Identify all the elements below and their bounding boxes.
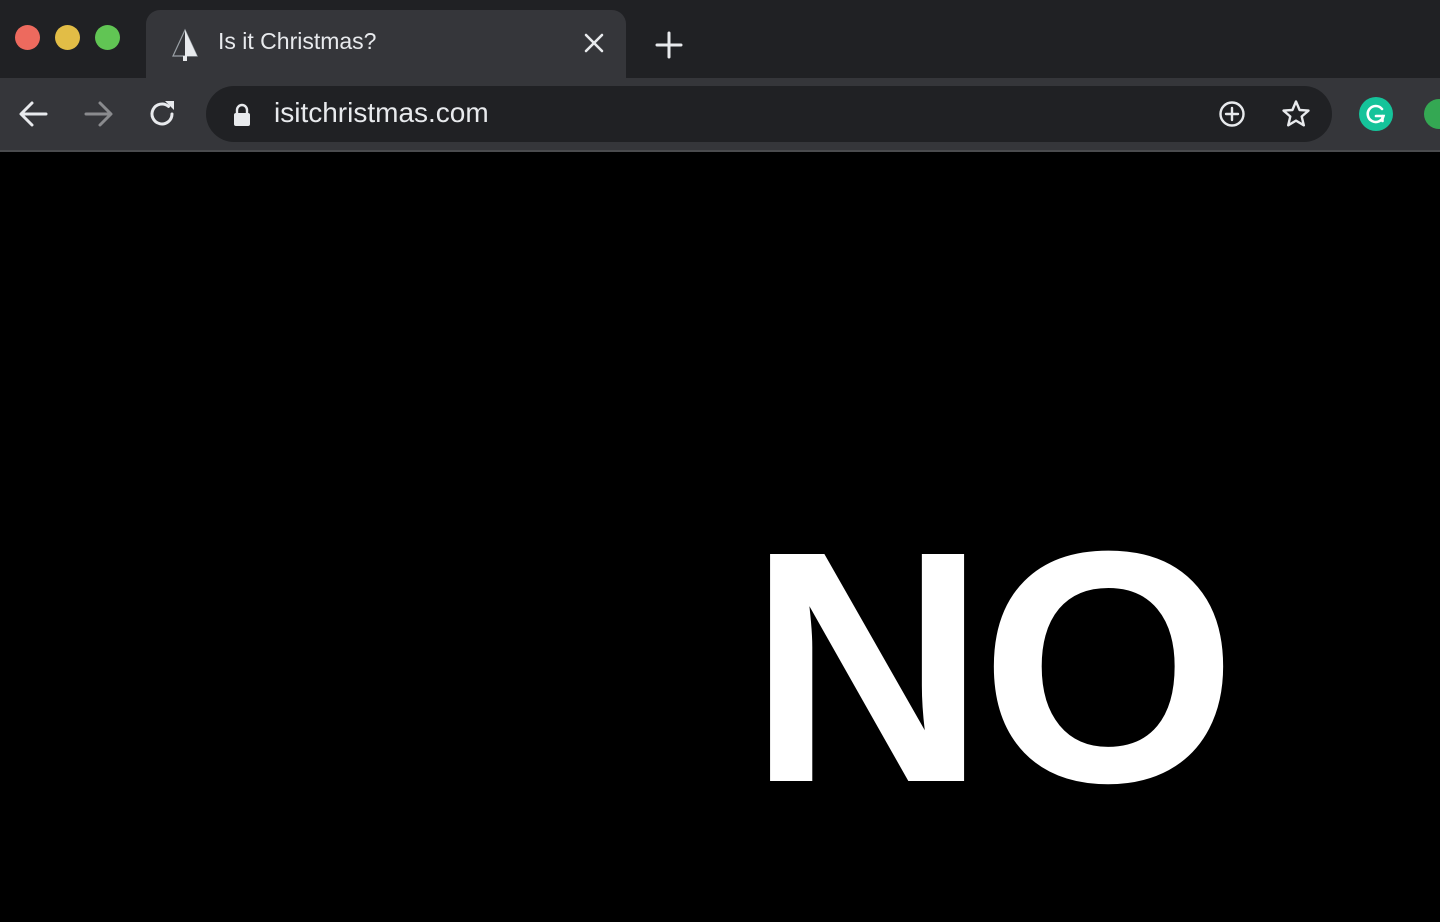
grammarly-icon[interactable] xyxy=(1359,97,1393,131)
active-tab[interactable]: Is it Christmas? xyxy=(146,10,626,78)
tab-close-icon[interactable] xyxy=(582,31,606,55)
back-button[interactable] xyxy=(16,96,52,132)
reload-button[interactable] xyxy=(144,96,180,132)
grammarly-g-icon xyxy=(1366,104,1386,124)
tab-title: Is it Christmas? xyxy=(218,28,377,54)
url-text[interactable]: isitchristmas.com xyxy=(274,97,489,129)
christmas-tree-icon xyxy=(172,28,198,61)
window-close-button[interactable] xyxy=(15,25,40,50)
new-tab-button[interactable] xyxy=(652,28,686,62)
green-extension-icon[interactable] xyxy=(1424,99,1440,129)
browser-window: Is it Christmas? isitchristmas.com NO xyxy=(0,0,1440,922)
lock-icon[interactable] xyxy=(232,103,252,127)
tab-strip: Is it Christmas? xyxy=(0,0,1440,78)
plus-circle-icon[interactable] xyxy=(1216,98,1248,130)
page-content: NO xyxy=(0,152,1440,922)
window-minimize-button[interactable] xyxy=(55,25,80,50)
browser-toolbar: isitchristmas.com xyxy=(0,78,1440,152)
address-bar[interactable]: isitchristmas.com xyxy=(206,86,1332,142)
window-maximize-button[interactable] xyxy=(95,25,120,50)
star-icon[interactable] xyxy=(1280,98,1312,130)
christmas-answer: NO xyxy=(748,482,1237,851)
forward-button[interactable] xyxy=(80,96,116,132)
